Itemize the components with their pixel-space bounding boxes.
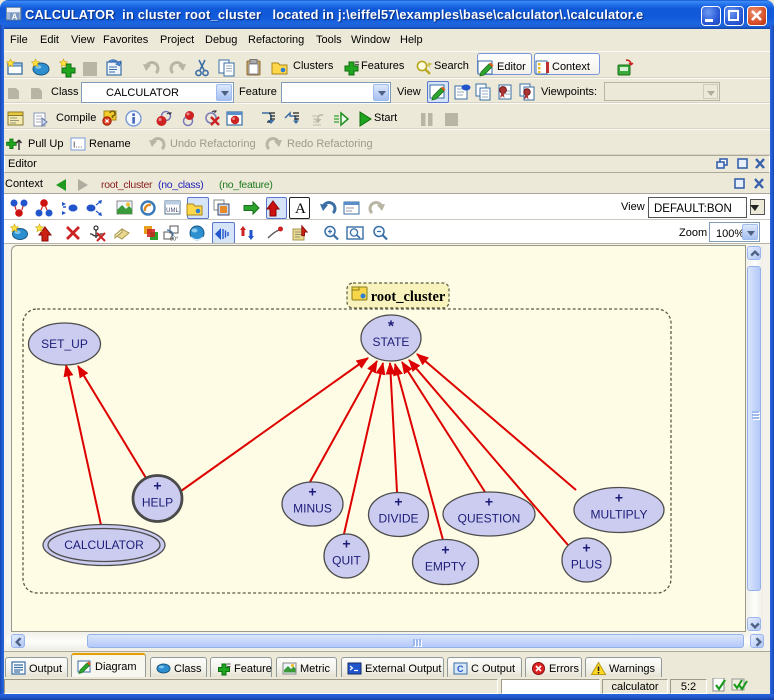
- svg-text:*: *: [388, 319, 395, 336]
- svg-text:90°: 90°: [170, 237, 178, 243]
- svg-text:C: C: [457, 664, 464, 674]
- svg-text:UML: UML: [166, 208, 179, 214]
- svg-text:HELP: HELP: [142, 496, 173, 510]
- svg-text:+: +: [615, 490, 623, 506]
- svg-text:+: +: [441, 542, 449, 558]
- svg-text:EMPTY: EMPTY: [425, 560, 466, 574]
- svg-text:DIVIDE: DIVIDE: [378, 512, 418, 526]
- svg-text:+: +: [394, 494, 402, 510]
- svg-text:PLUS: PLUS: [571, 558, 602, 572]
- svg-text:+: +: [153, 478, 161, 494]
- svg-text:CALCULATOR: CALCULATOR: [64, 538, 144, 552]
- svg-text:+: +: [308, 484, 316, 500]
- svg-text:QUIT: QUIT: [332, 554, 361, 568]
- svg-text:QUESTION: QUESTION: [458, 512, 521, 526]
- svg-text:+: +: [582, 540, 590, 556]
- svg-text:SET_UP: SET_UP: [41, 337, 88, 351]
- svg-text:+: +: [485, 494, 493, 510]
- svg-text:STATE: STATE: [373, 335, 410, 349]
- svg-text:root_cluster: root_cluster: [371, 289, 446, 305]
- svg-text:I...: I...: [73, 140, 82, 150]
- svg-text:MULTIPLY: MULTIPLY: [591, 508, 648, 522]
- svg-text:A: A: [12, 13, 18, 22]
- svg-text:+: +: [342, 536, 350, 552]
- svg-text:MINUS: MINUS: [293, 502, 332, 516]
